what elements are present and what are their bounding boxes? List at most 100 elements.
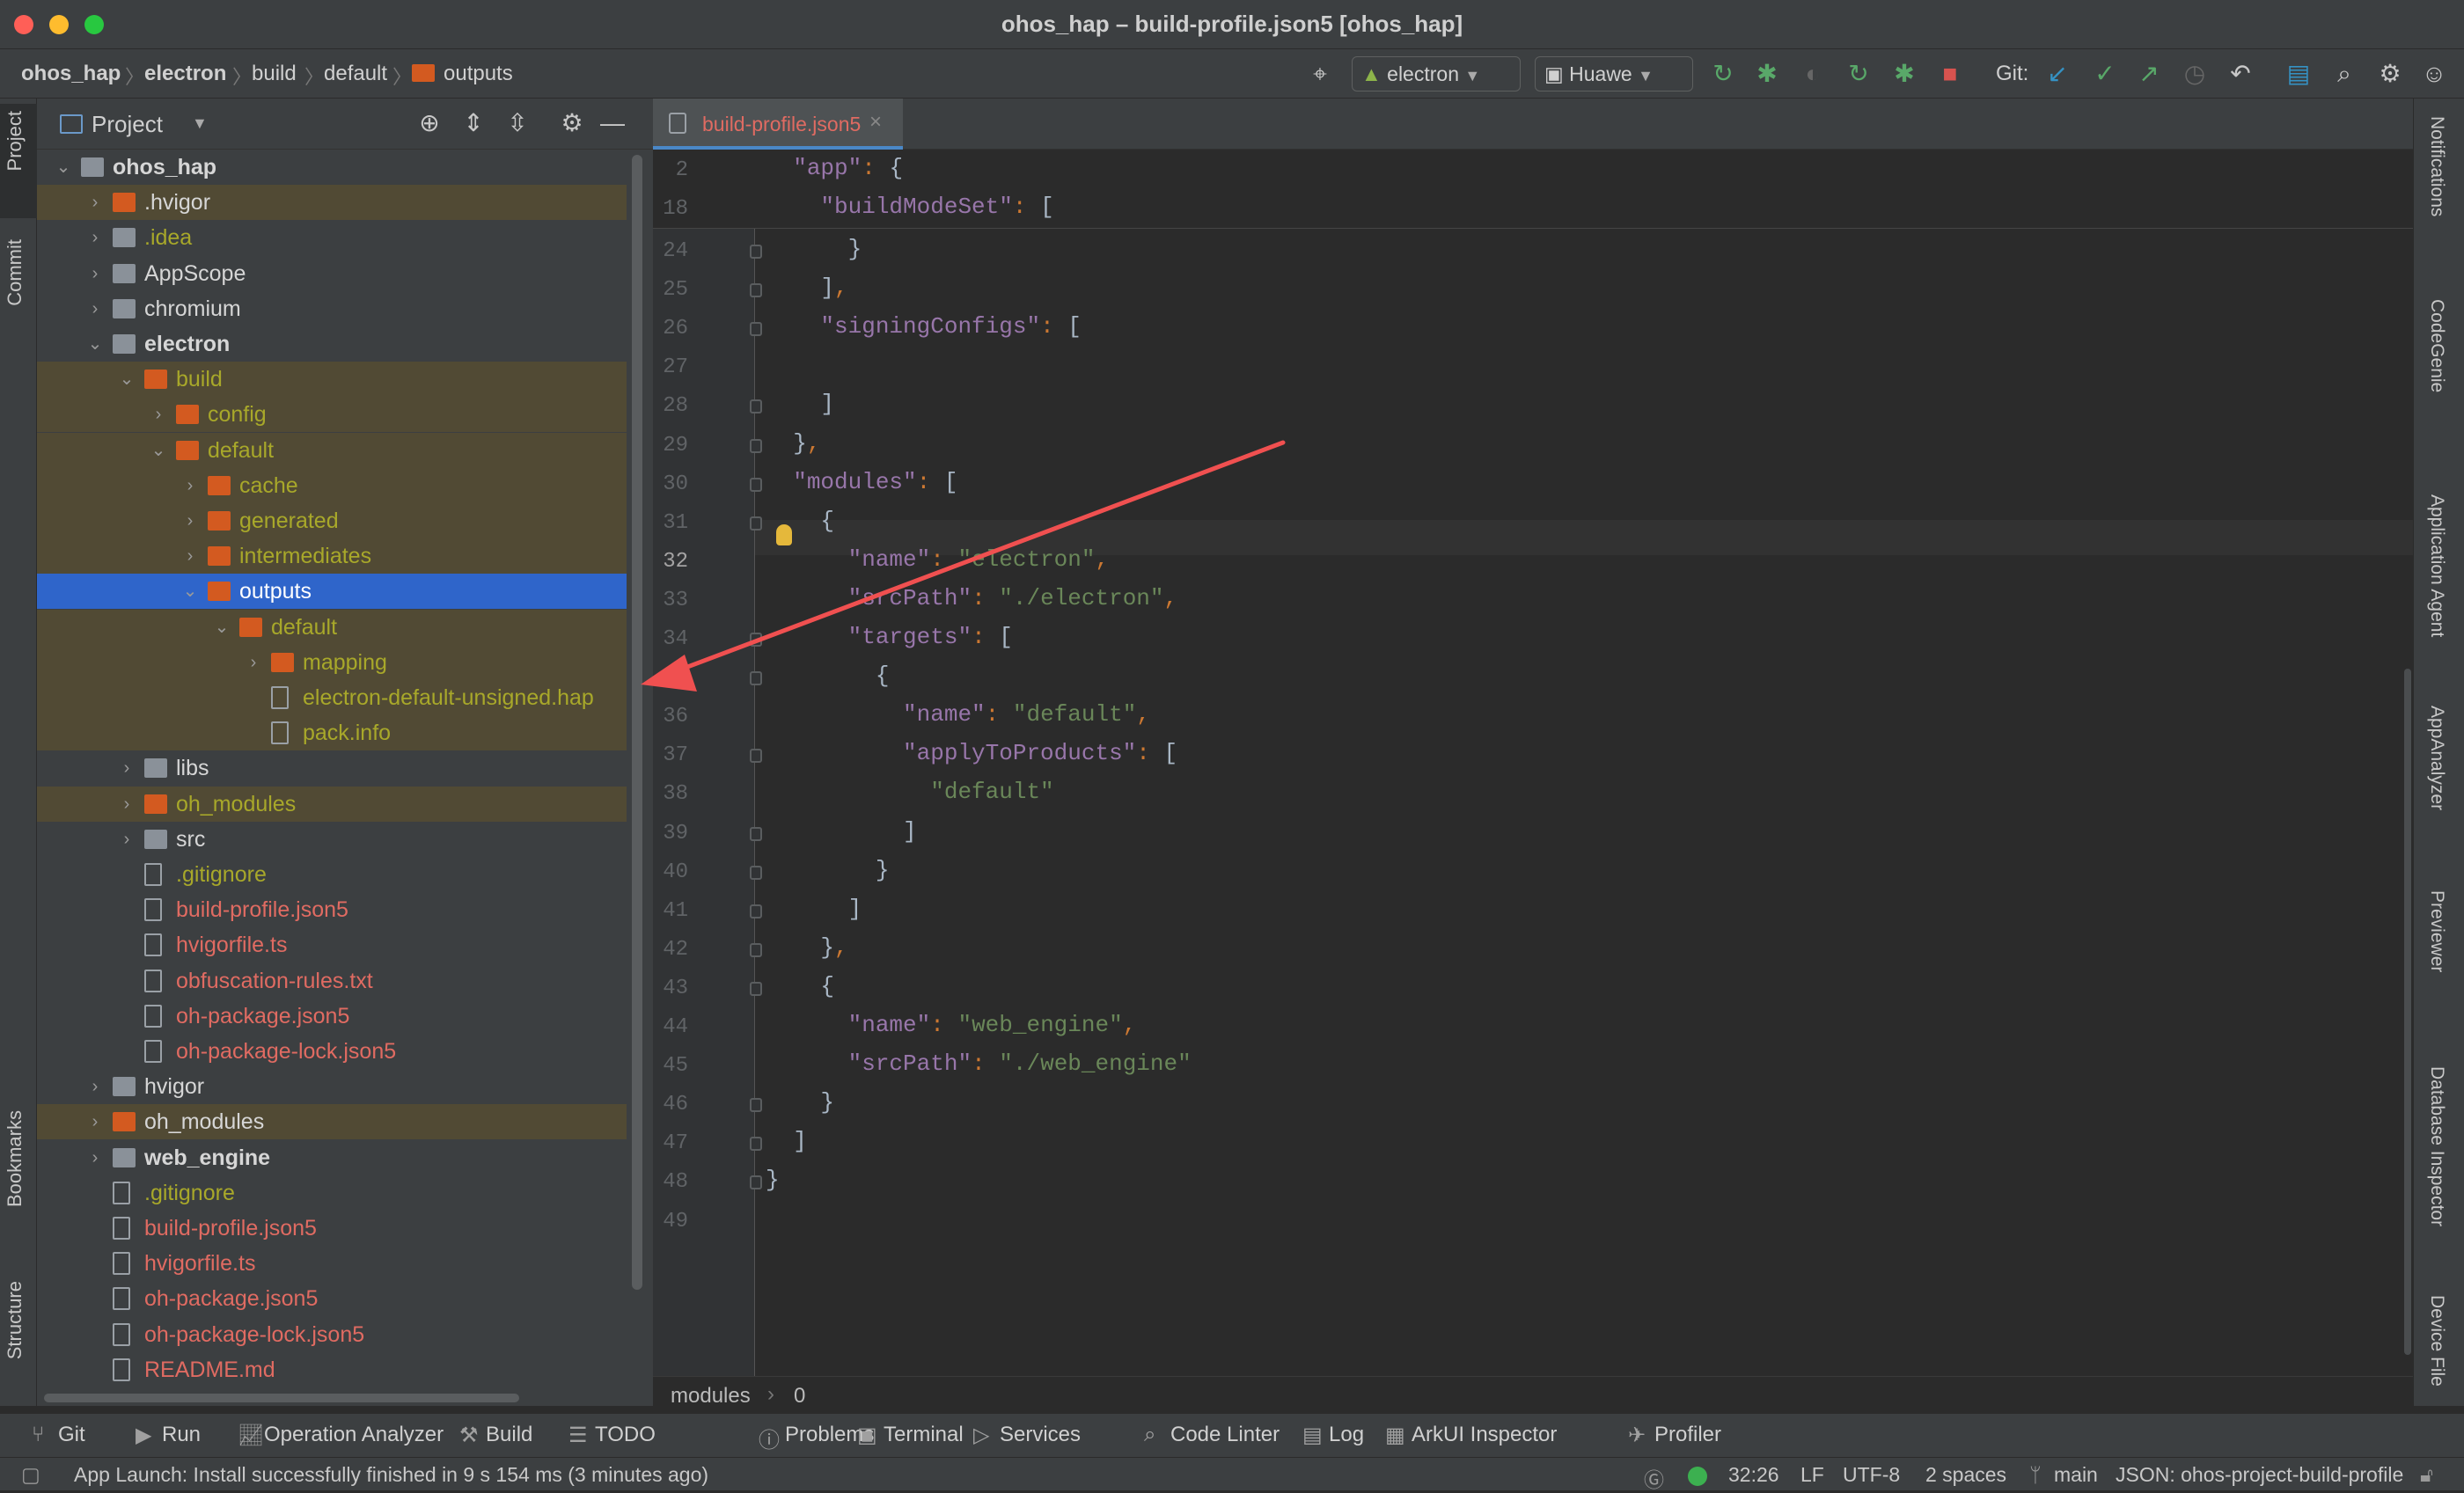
code-line[interactable]: "signingConfigs": [ bbox=[766, 313, 1081, 340]
tool-window-arkui-inspector[interactable]: ArkUI Inspector bbox=[1412, 1423, 1557, 1447]
code-line[interactable]: { bbox=[766, 662, 890, 689]
fold-marker[interactable] bbox=[750, 516, 762, 531]
tree-folder-item[interactable]: › src bbox=[37, 822, 627, 857]
chevron-right-icon[interactable]: › bbox=[86, 220, 104, 255]
code-line[interactable]: "srcPath": "./web_engine" bbox=[766, 1050, 1192, 1077]
tree-folder-item[interactable]: › intermediates bbox=[37, 538, 627, 575]
breadcrumb-item[interactable]: outputs bbox=[444, 62, 513, 86]
apply-changes-icon[interactable]: ↻ bbox=[1843, 58, 1874, 90]
stop-icon[interactable]: ■ bbox=[1934, 58, 1966, 90]
chevron-down-icon[interactable]: ▼ bbox=[192, 114, 208, 133]
chevron-right-icon[interactable]: › bbox=[86, 256, 104, 291]
fold-marker[interactable] bbox=[750, 399, 762, 414]
fold-marker[interactable] bbox=[750, 904, 762, 918]
tool-window-run[interactable]: Run bbox=[162, 1423, 201, 1447]
tree-folder-item[interactable]: ⌄ default bbox=[37, 609, 627, 645]
code-line[interactable]: { bbox=[766, 973, 834, 999]
code-line[interactable]: "buildModeSet": [ bbox=[766, 194, 1053, 220]
chevron-right-icon[interactable]: › bbox=[118, 787, 136, 822]
code-line[interactable]: { bbox=[766, 508, 834, 534]
chevron-right-icon[interactable]: › bbox=[86, 1140, 104, 1175]
chevron-right-icon[interactable]: › bbox=[118, 750, 136, 786]
editor-scrollbar[interactable] bbox=[2404, 669, 2411, 1355]
code-line[interactable]: ] bbox=[766, 1128, 807, 1154]
git-commit-icon[interactable]: ✓ bbox=[2089, 58, 2121, 90]
chevron-right-icon[interactable]: › bbox=[181, 468, 199, 503]
application-agent-tool-tab[interactable]: Application Agent bbox=[2426, 494, 2447, 637]
tool-window-services[interactable]: Services bbox=[1000, 1423, 1081, 1447]
chevron-right-icon[interactable]: › bbox=[118, 822, 136, 857]
tree-folder-item[interactable]: › generated bbox=[37, 503, 627, 538]
tree-folder-item[interactable]: › web_engine bbox=[37, 1140, 627, 1175]
tab-build-profile[interactable]: build-profile.json5 × bbox=[653, 99, 903, 150]
tool-window-terminal[interactable]: Terminal bbox=[884, 1423, 964, 1447]
gear-icon[interactable]: ⚙ bbox=[556, 107, 588, 139]
chevron-right-icon[interactable]: › bbox=[86, 291, 104, 326]
debug-attach-icon[interactable]: ✱ bbox=[1888, 58, 1920, 90]
tree-file-item[interactable]: oh-package.json5 bbox=[37, 1281, 627, 1316]
project-structure-icon[interactable]: ▤ bbox=[2283, 58, 2314, 90]
code-line[interactable]: } bbox=[766, 236, 862, 262]
fold-marker[interactable] bbox=[750, 981, 762, 996]
fold-marker[interactable] bbox=[750, 942, 762, 957]
file-encoding[interactable]: UTF-8 bbox=[1843, 1463, 1900, 1487]
history-icon[interactable]: ◷ bbox=[2179, 58, 2211, 90]
tree-folder-item[interactable]: › oh_modules bbox=[37, 1104, 627, 1140]
line-separator[interactable]: LF bbox=[1800, 1463, 1824, 1487]
commit-tool-tab[interactable]: Commit bbox=[4, 239, 26, 306]
target-icon[interactable]: ⌖ bbox=[1304, 58, 1336, 90]
tool-window-operation-analyzer[interactable]: Operation Analyzer bbox=[264, 1423, 444, 1447]
tree-folder-item[interactable]: › hvigor bbox=[37, 1069, 627, 1104]
debug-icon[interactable]: ✱ bbox=[1751, 58, 1783, 90]
breadcrumb-item[interactable]: default bbox=[324, 62, 387, 86]
indent-setting[interactable]: 2 spaces bbox=[1925, 1463, 2006, 1487]
code-line[interactable]: "applyToProducts": [ bbox=[766, 740, 1177, 766]
bookmarks-tool-tab[interactable]: Bookmarks bbox=[4, 1110, 26, 1207]
code-editor[interactable]: 2 "app": {18 "buildModeSet": [ ✓ 24 }25 … bbox=[653, 150, 2413, 1376]
fold-marker[interactable] bbox=[750, 477, 762, 492]
tree-folder-item[interactable]: ⌄ outputs bbox=[37, 574, 627, 610]
tree-folder-item[interactable]: › oh_modules bbox=[37, 786, 627, 822]
database-inspector-tool-tab[interactable]: Database Inspector bbox=[2426, 1066, 2447, 1226]
tree-folder-item[interactable]: › AppScope bbox=[37, 256, 627, 291]
tree-folder-item[interactable]: › chromium bbox=[37, 291, 627, 326]
tree-file-item[interactable]: pack.info bbox=[37, 715, 627, 751]
tool-window-git[interactable]: Git bbox=[58, 1423, 85, 1447]
code-line[interactable]: "name": "default", bbox=[766, 701, 1150, 728]
tree-vertical-scrollbar[interactable] bbox=[632, 155, 642, 1290]
tree-folder-item[interactable]: › cache bbox=[37, 467, 627, 503]
code-line[interactable]: ], bbox=[766, 274, 847, 301]
tool-window-build[interactable]: Build bbox=[486, 1423, 532, 1447]
tree-file-item[interactable]: README.md bbox=[37, 1352, 627, 1387]
fold-marker[interactable] bbox=[750, 865, 762, 880]
tree-horizontal-scrollbar[interactable] bbox=[44, 1394, 519, 1402]
json-schema[interactable]: JSON: ohos-project-build-profile bbox=[2116, 1463, 2403, 1487]
expand-all-icon[interactable]: ⇕ bbox=[458, 107, 489, 139]
chevron-right-icon[interactable]: › bbox=[86, 185, 104, 220]
status-message[interactable]: App Launch: Install successfully finishe… bbox=[74, 1463, 708, 1487]
tree-folder-item[interactable]: › mapping bbox=[37, 644, 627, 680]
code-crumb-item[interactable]: 0 bbox=[794, 1384, 805, 1409]
close-icon[interactable]: × bbox=[869, 110, 882, 135]
chevron-down-icon[interactable]: ⌄ bbox=[213, 610, 231, 645]
chevron-down-icon[interactable]: ⌄ bbox=[150, 433, 167, 468]
chevron-down-icon[interactable]: ⌄ bbox=[86, 326, 104, 362]
tree-folder-item[interactable]: › config bbox=[37, 397, 627, 433]
code-line[interactable]: ] bbox=[766, 818, 917, 845]
chevron-right-icon[interactable]: › bbox=[150, 397, 167, 432]
tool-window-log[interactable]: Log bbox=[1329, 1423, 1364, 1447]
chevron-right-icon[interactable]: › bbox=[245, 645, 262, 680]
code-line[interactable]: "modules": [ bbox=[766, 469, 957, 495]
tree-folder-item[interactable]: ⌄ electron bbox=[37, 326, 627, 362]
codegenie-tool-tab[interactable]: CodeGenie bbox=[2426, 299, 2447, 392]
fold-marker[interactable] bbox=[750, 1137, 762, 1152]
lock-icon[interactable]: 🔓︎ bbox=[2420, 1463, 2433, 1487]
code-line[interactable]: }, bbox=[766, 934, 847, 961]
tool-window-todo[interactable]: TODO bbox=[595, 1423, 656, 1447]
fold-marker[interactable] bbox=[750, 671, 762, 686]
tree-file-item[interactable]: hvigorfile.ts bbox=[37, 927, 627, 962]
fold-marker[interactable] bbox=[750, 438, 762, 453]
fold-marker[interactable] bbox=[750, 749, 762, 764]
fold-marker[interactable] bbox=[750, 283, 762, 298]
cursor-position[interactable]: 32:26 bbox=[1728, 1463, 1779, 1487]
